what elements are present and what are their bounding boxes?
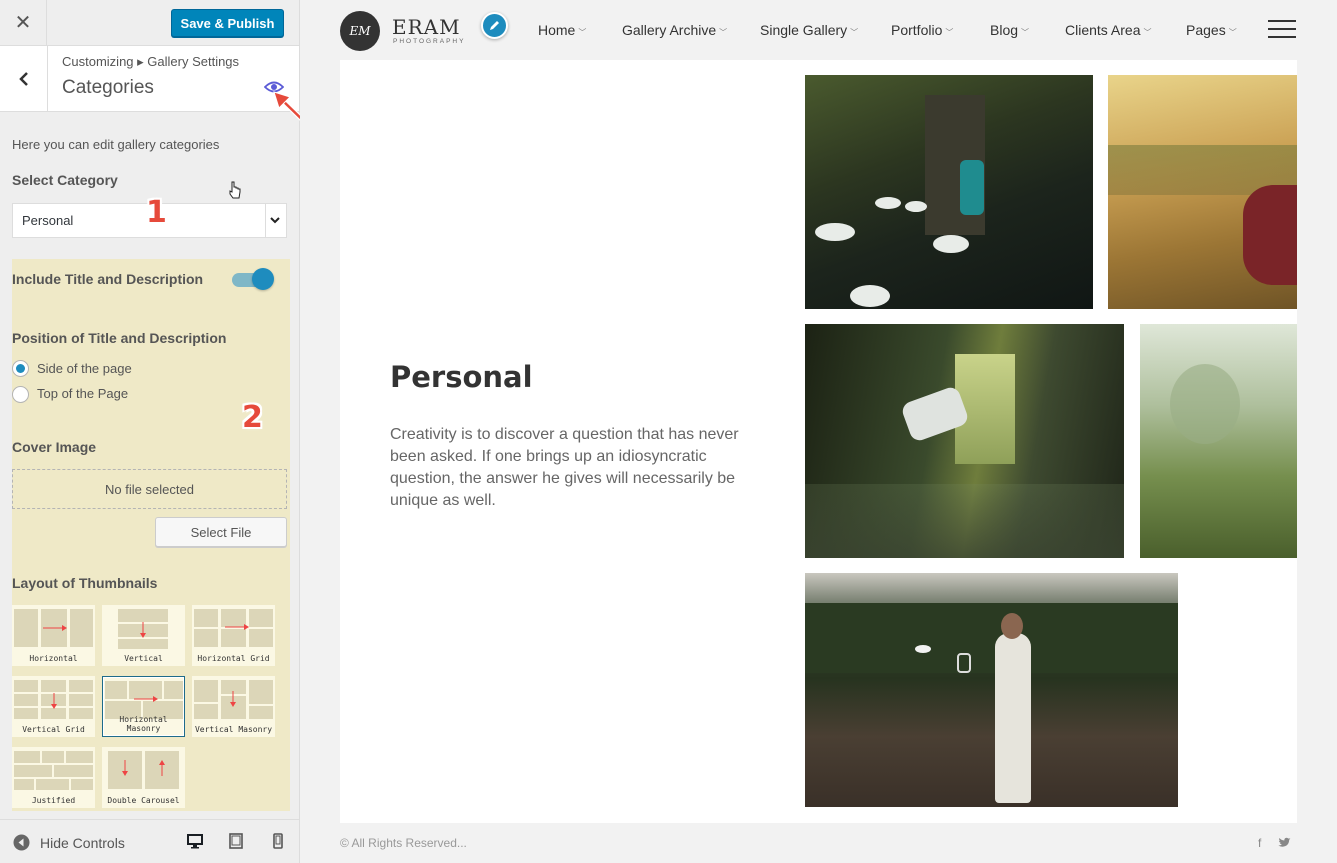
- cover-image-placeholder[interactable]: No file selected: [12, 469, 287, 509]
- category-select-value: Personal: [22, 213, 74, 228]
- site-preview: EM ERAM PHOTOGRAPHY Home ﹀ Gallery Archiv…: [300, 0, 1337, 863]
- layout-double-carousel[interactable]: Double Carousel: [102, 747, 185, 808]
- gallery-photo[interactable]: [805, 324, 1124, 558]
- facebook-icon[interactable]: f: [1258, 836, 1261, 850]
- radio-side-of-page[interactable]: [12, 360, 29, 377]
- mouse-cursor-icon: [229, 181, 241, 199]
- include-title-toggle[interactable]: [232, 268, 274, 290]
- position-label: Position of Title and Description: [12, 330, 227, 346]
- layout-thumbnails-label: Layout of Thumbnails: [12, 575, 158, 591]
- desktop-preview-icon[interactable]: [187, 833, 203, 849]
- menu-gallery-archive[interactable]: Gallery Archive ﹀: [622, 22, 727, 38]
- select-category-label: Select Category: [12, 172, 118, 188]
- hide-controls-label: Hide Controls: [40, 834, 125, 851]
- layout-justified[interactable]: Justified: [12, 747, 95, 808]
- menu-pages[interactable]: Pages ﹀: [1186, 22, 1237, 38]
- hide-controls-button[interactable]: Hide Controls: [13, 834, 125, 851]
- layout-vertical-masonry-label: Vertical Masonry: [194, 725, 273, 734]
- radio-top-label: Top of the Page: [37, 386, 129, 401]
- logo-name[interactable]: ERAM: [392, 15, 461, 39]
- twitter-icon[interactable]: [1278, 837, 1291, 848]
- radio-top-of-page[interactable]: [12, 386, 29, 403]
- menu-clients-area[interactable]: Clients Area ﹀: [1065, 22, 1151, 38]
- layout-justified-label: Justified: [31, 796, 76, 805]
- gallery-content: Personal Creativity is to discover a que…: [340, 60, 1297, 823]
- layout-vertical-masonry[interactable]: Vertical Masonry: [192, 676, 275, 737]
- menu-single-gallery[interactable]: Single Gallery ﹀: [760, 22, 858, 38]
- gallery-description: Creativity is to discover a question tha…: [390, 426, 739, 509]
- mobile-preview-icon[interactable]: [273, 833, 283, 849]
- cover-image-label: Cover Image: [12, 439, 97, 455]
- annotation-2: 2: [242, 400, 263, 435]
- gallery-title: Personal: [390, 360, 533, 394]
- menu-portfolio[interactable]: Portfolio ﹀: [891, 22, 953, 38]
- edit-shortcut-button[interactable]: [481, 12, 508, 39]
- breadcrumb: Customizing ▸ Gallery Settings: [62, 54, 240, 69]
- hamburger-menu-icon[interactable]: [1268, 20, 1296, 44]
- tablet-preview-icon[interactable]: [229, 833, 243, 849]
- gallery-photo[interactable]: [805, 573, 1178, 807]
- layout-horizontal-grid[interactable]: Horizontal Grid: [192, 605, 275, 666]
- logo-mark[interactable]: EM: [340, 11, 380, 51]
- layout-vertical-grid-label: Vertical Grid: [22, 725, 85, 734]
- chevron-left-icon: [18, 71, 28, 86]
- layout-vertical-grid[interactable]: Vertical Grid: [12, 676, 95, 737]
- customizer-header-bar: ✕ Save & Publish: [0, 0, 299, 46]
- include-title-label: Include Title and Description: [12, 271, 204, 287]
- section-header: Customizing ▸ Gallery Settings Categorie…: [0, 46, 299, 112]
- layout-horizontal-label: Horizontal: [29, 654, 78, 663]
- annotation-1: 1: [146, 195, 167, 230]
- layout-vertical-label: Vertical: [124, 654, 163, 663]
- layout-horizontal[interactable]: Horizontal: [12, 605, 95, 666]
- menu-home[interactable]: Home ﹀: [538, 22, 586, 38]
- collapse-arrow-icon: [13, 834, 30, 851]
- layout-horizontal-masonry-label: Horizontal Masonry: [119, 715, 168, 733]
- menu-blog[interactable]: Blog ﹀: [990, 22, 1029, 38]
- layout-vertical[interactable]: Vertical: [102, 605, 185, 666]
- chevron-down-icon: [270, 217, 280, 224]
- gallery-photo[interactable]: [805, 75, 1093, 309]
- section-title: Categories: [62, 77, 154, 98]
- gallery-photo[interactable]: [1140, 324, 1297, 558]
- customizer-footer: Hide Controls: [0, 819, 299, 863]
- pencil-icon: [490, 21, 499, 30]
- select-file-button[interactable]: Select File: [155, 517, 287, 547]
- gallery-photo[interactable]: [1108, 75, 1297, 309]
- layout-horizontal-masonry[interactable]: Horizontal Masonry: [102, 676, 185, 737]
- layout-double-carousel-label: Double Carousel: [107, 796, 180, 805]
- save-publish-button[interactable]: Save & Publish: [171, 9, 284, 37]
- section-description: Here you can edit gallery categories: [12, 137, 220, 152]
- logo-subtitle: PHOTOGRAPHY: [393, 38, 466, 45]
- layout-horizontal-grid-label: Horizontal Grid: [197, 654, 270, 663]
- footer-copyright: © All Rights Reserved...: [340, 836, 467, 850]
- radio-side-label: Side of the page: [37, 361, 132, 376]
- close-icon[interactable]: ✕: [0, 0, 47, 45]
- site-nav: EM ERAM PHOTOGRAPHY Home ﹀ Gallery Archiv…: [300, 0, 1337, 60]
- back-button[interactable]: [0, 46, 48, 111]
